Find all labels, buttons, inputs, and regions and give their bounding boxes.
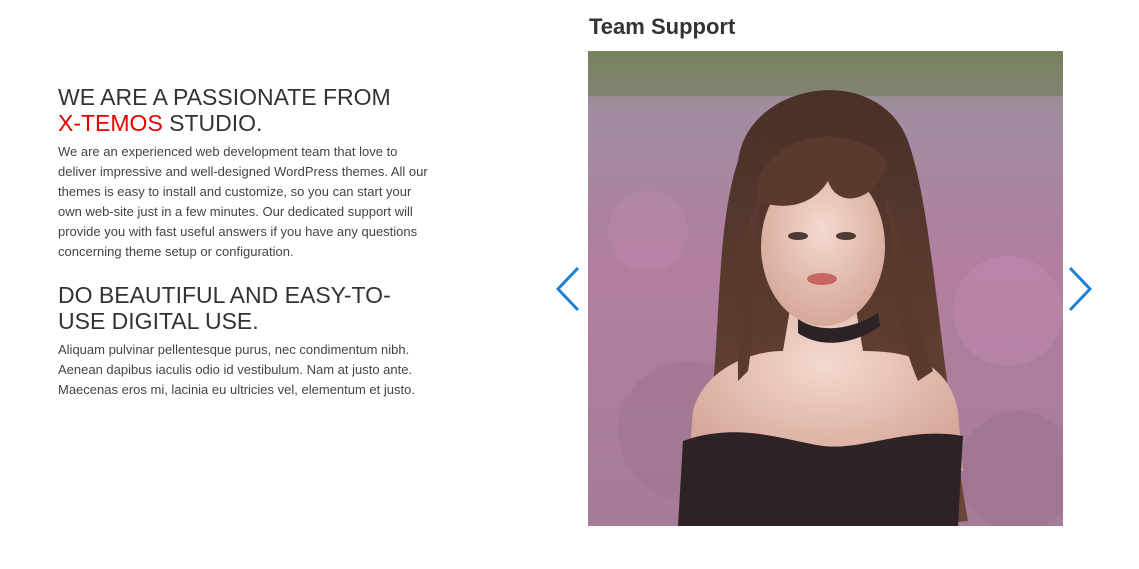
slider-next-button[interactable]: [1066, 264, 1094, 314]
team-support-title: Team Support: [589, 14, 736, 39]
portrait-image: [588, 51, 1063, 526]
team-member-photo: [588, 51, 1063, 526]
about-section: WE ARE A PASSIONATE FROM X-TEMOS STUDIO. …: [58, 84, 428, 400]
secondary-paragraph: Aliquam pulvinar pellentesque purus, nec…: [58, 342, 415, 397]
secondary-heading: DO BEAUTIFUL AND EASY-TO-USE DIGITAL USE…: [58, 282, 391, 334]
heading-prefix: WE ARE A PASSIONATE FROM: [58, 84, 391, 110]
brand-name: X-TEMOS: [58, 110, 163, 136]
slider-prev-button[interactable]: [554, 264, 582, 314]
about-paragraph: We are an experienced web development te…: [58, 144, 428, 259]
heading-suffix: STUDIO.: [169, 110, 263, 136]
about-heading: WE ARE A PASSIONATE FROM X-TEMOS STUDIO.: [58, 84, 428, 136]
chevron-left-icon: [555, 266, 580, 312]
chevron-right-icon: [1068, 266, 1093, 312]
